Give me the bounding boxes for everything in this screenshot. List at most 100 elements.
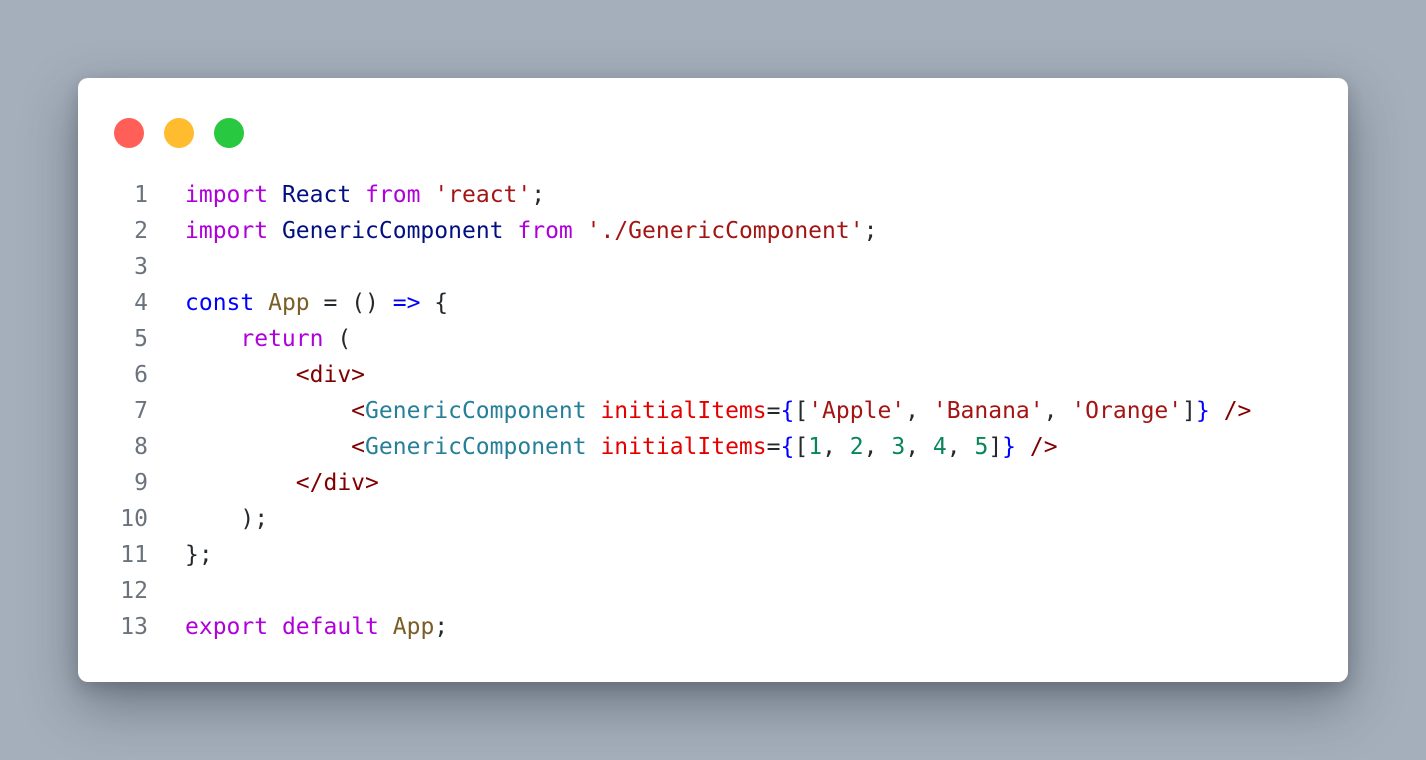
code-token: './GenericComponent': [586, 218, 864, 244]
line-source: export default App;: [185, 609, 448, 645]
maximize-dot-icon[interactable]: [214, 118, 244, 148]
code-token: return: [240, 326, 324, 352]
code-token: />: [1029, 434, 1058, 460]
code-line: 2 import GenericComponent from './Generic…: [78, 213, 1348, 249]
code-token: />: [1223, 398, 1252, 424]
line-number: 3: [134, 254, 148, 280]
code-token: ,: [905, 434, 933, 460]
code-token: 'Banana': [932, 398, 1044, 424]
code-token: 5: [974, 434, 989, 460]
code-line: 5 return (: [78, 321, 1348, 357]
code-token: ;: [863, 218, 878, 244]
code-token: GenericComponent: [281, 218, 504, 244]
code-line: 3: [78, 249, 1348, 285]
line-number: 2: [134, 218, 148, 244]
line-source: import React from 'react';: [185, 177, 545, 213]
code-token: }: [1002, 434, 1017, 460]
window-controls: [114, 118, 244, 148]
code-token: </div>: [295, 470, 379, 496]
line-number: 6: [134, 362, 148, 388]
code-line: 6 <div>: [78, 357, 1348, 393]
code-token: App: [392, 614, 435, 640]
line-source: import GenericComponent from './GenericC…: [185, 213, 877, 249]
code-token: default: [281, 614, 379, 640]
code-line: 4 const App = () => {: [78, 285, 1348, 321]
line-number: 8: [134, 434, 148, 460]
code-token: from: [517, 218, 573, 244]
code-token: 4: [932, 434, 947, 460]
code-token: const: [185, 290, 255, 316]
code-line: 10 );: [78, 501, 1348, 537]
code-line: 8 <GenericComponent initialItems={[1, 2,…: [78, 429, 1348, 465]
code-line: 12: [78, 573, 1348, 609]
code-token: <div>: [295, 362, 366, 388]
code-token: };: [185, 542, 213, 568]
code-token: 'Orange': [1071, 398, 1183, 424]
code-token: 2: [849, 434, 864, 460]
code-token: GenericComponent: [365, 434, 587, 460]
code-token: initialItems: [600, 434, 767, 460]
code-token: <: [351, 434, 366, 460]
code-token: );: [185, 506, 269, 532]
code-line: 11};: [78, 537, 1348, 573]
code-block: 1 import React from 'react'; 2 import Gener…: [78, 177, 1348, 645]
line-source: };: [185, 537, 213, 573]
code-line: 1 import React from 'react';: [78, 177, 1348, 213]
code-token: [: [794, 434, 809, 460]
line-number: 13: [120, 614, 148, 640]
code-token: = (): [309, 290, 393, 316]
line-number: 5: [134, 326, 148, 352]
code-token: 3: [891, 434, 906, 460]
line-source: return (: [185, 321, 351, 357]
code-token: initialItems: [600, 398, 767, 424]
code-token: ,: [863, 434, 892, 460]
code-token: (: [323, 326, 352, 352]
code-token: ,: [905, 398, 933, 424]
code-token: ,: [1043, 398, 1072, 424]
line-number: 1: [134, 182, 148, 208]
code-token: from: [365, 182, 421, 208]
code-token: 1: [808, 434, 823, 460]
close-dot-icon[interactable]: [114, 118, 144, 148]
minimize-dot-icon[interactable]: [164, 118, 194, 148]
code-token: ,: [822, 434, 850, 460]
code-token: GenericComponent: [365, 398, 587, 424]
code-token: <: [351, 398, 366, 424]
code-line: 9 </div>: [78, 465, 1348, 501]
code-token: ]: [988, 434, 1003, 460]
line-number: 10: [120, 506, 148, 532]
code-token: =: [766, 434, 781, 460]
code-token: }: [1195, 398, 1210, 424]
code-token: export: [185, 614, 269, 640]
code-token: =>: [392, 290, 421, 316]
code-token: ,: [946, 434, 975, 460]
code-token: import: [185, 182, 269, 208]
line-number: 4: [134, 290, 148, 316]
line-source: <GenericComponent initialItems={['Apple'…: [185, 393, 1251, 429]
code-token: App: [268, 290, 310, 316]
code-token: ;: [434, 614, 449, 640]
line-source: <GenericComponent initialItems={[1, 2, 3…: [185, 429, 1058, 465]
code-line: 7 <GenericComponent initialItems={['Appl…: [78, 393, 1348, 429]
code-token: =: [766, 398, 781, 424]
line-source: const App = () => {: [185, 285, 448, 321]
code-token: [: [794, 398, 809, 424]
code-token: React: [281, 182, 352, 208]
line-source: );: [185, 501, 268, 537]
line-number: 11: [120, 542, 148, 568]
